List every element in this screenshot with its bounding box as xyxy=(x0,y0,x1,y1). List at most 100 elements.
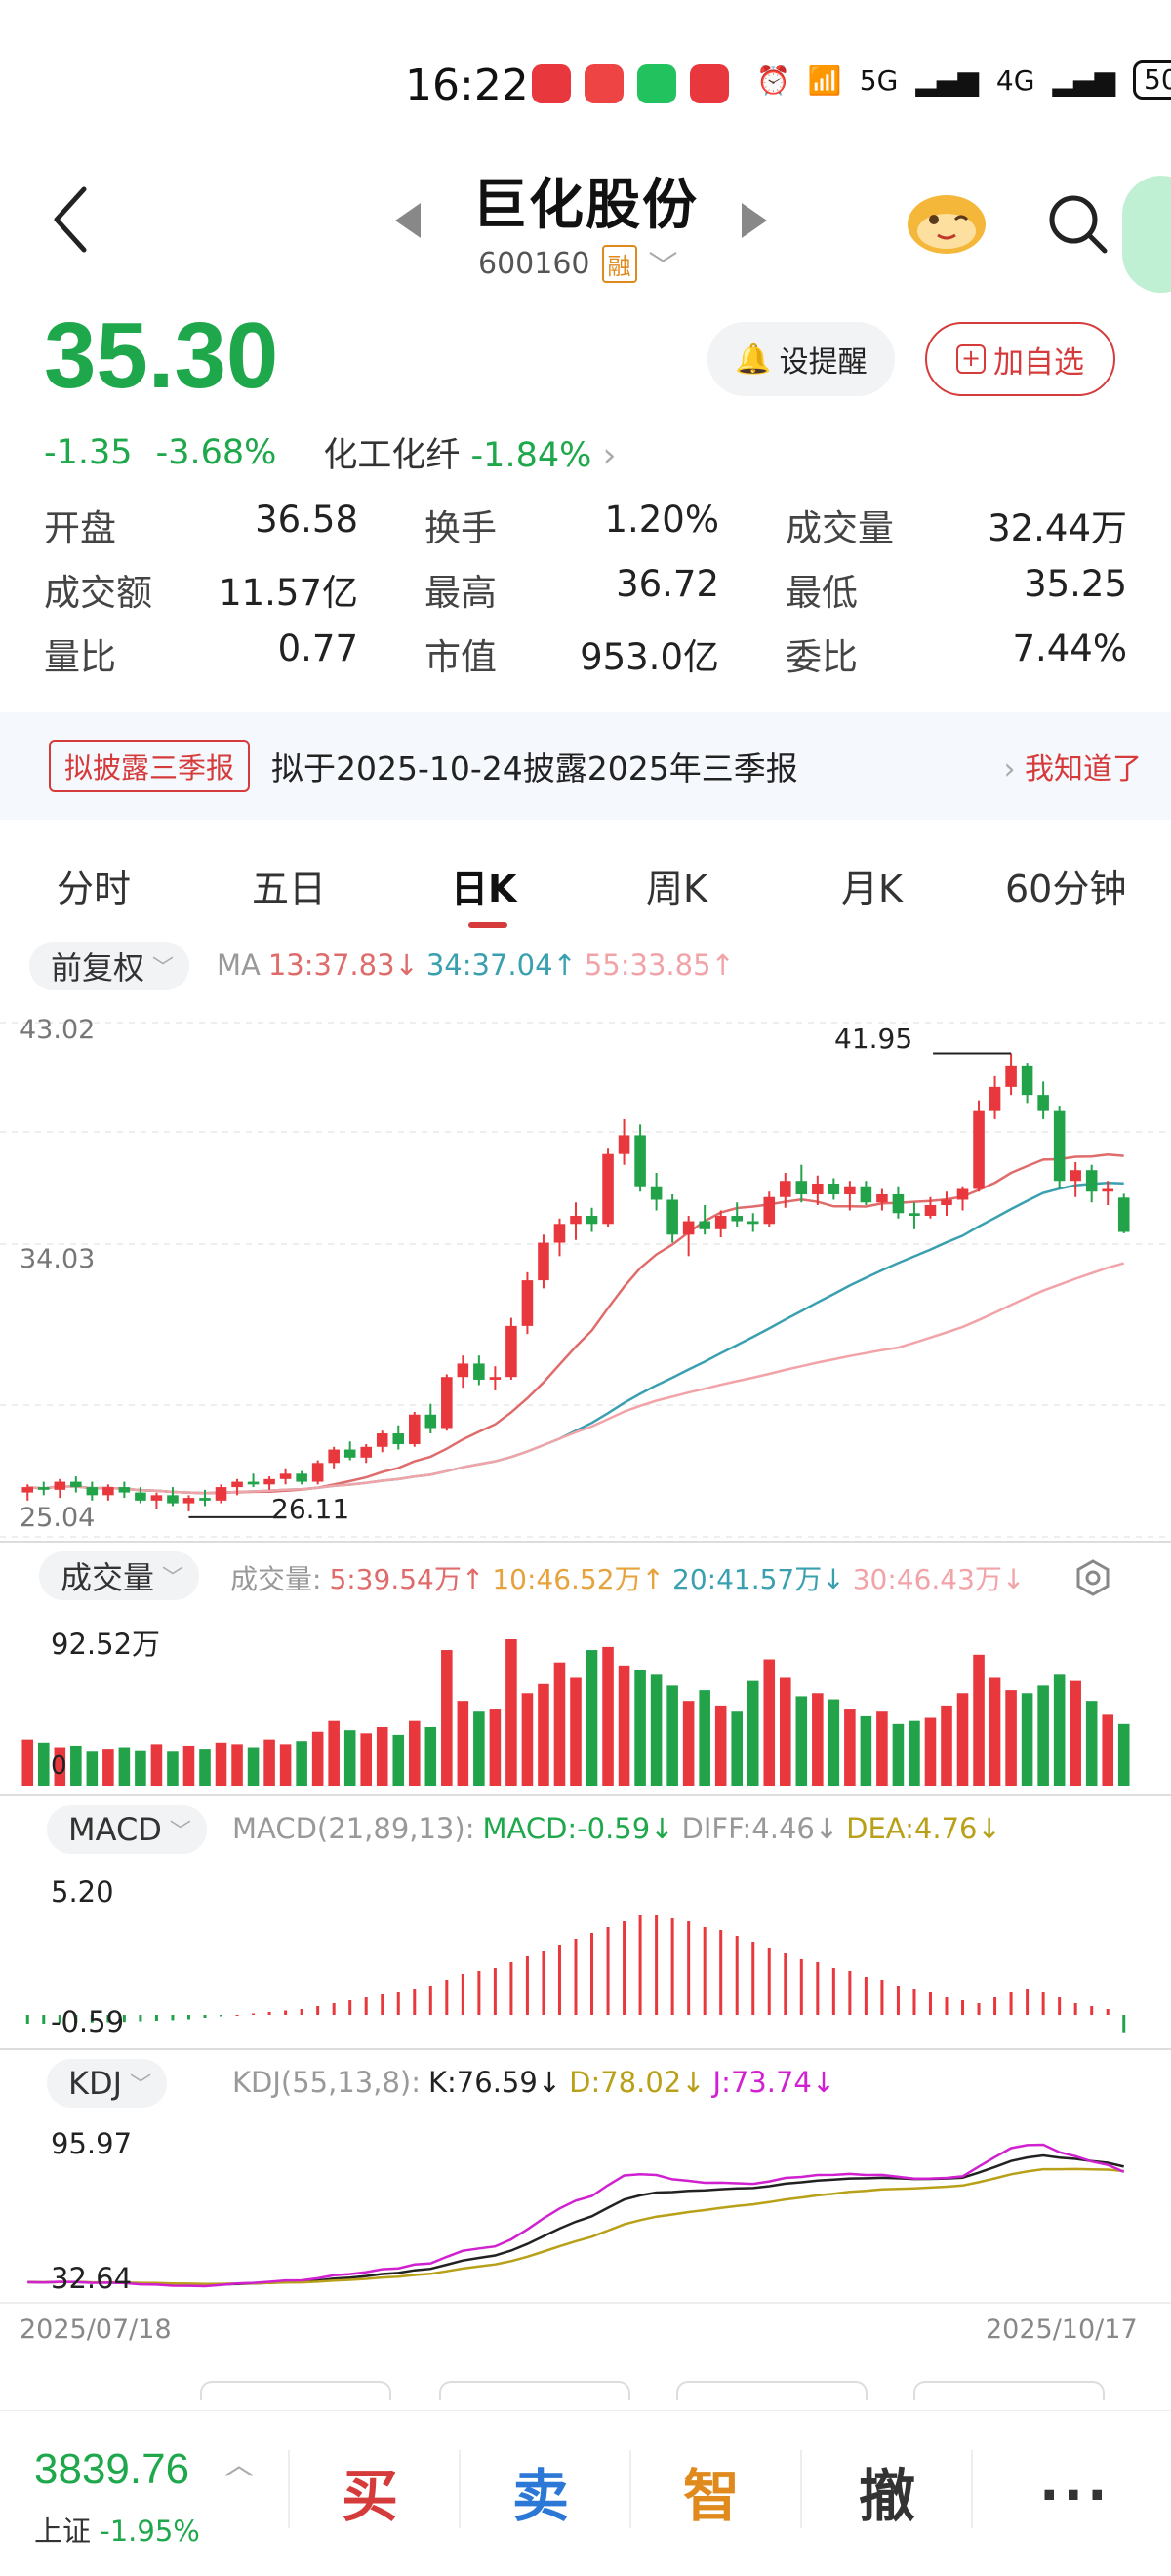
candle xyxy=(521,1280,534,1326)
volume-bar xyxy=(392,1734,405,1786)
chevron-right-icon: › xyxy=(1003,752,1016,786)
smart-button[interactable]: 智 xyxy=(683,2450,740,2532)
stat-label: 成交量 xyxy=(786,507,894,549)
candle xyxy=(279,1473,292,1479)
dismiss-notice-link[interactable]: › 我知道了 xyxy=(1003,745,1142,787)
volume-bar xyxy=(1102,1714,1113,1786)
candle xyxy=(489,1377,502,1380)
candle xyxy=(1117,1197,1130,1232)
order-tab[interactable] xyxy=(676,2381,868,2400)
macd-bar xyxy=(735,1936,739,2015)
volume-bar xyxy=(634,1670,646,1786)
candle xyxy=(844,1186,856,1194)
next-stock-arrow-icon[interactable] xyxy=(742,203,767,238)
candle xyxy=(247,1481,260,1485)
stat-high: 最高 36.72 xyxy=(405,563,766,616)
stat-value: 36.72 xyxy=(616,563,719,605)
stock-chart[interactable] xyxy=(0,932,1171,2356)
candle xyxy=(618,1135,630,1154)
candle xyxy=(876,1193,888,1203)
macd-bar xyxy=(831,1968,835,2015)
set-alert-button[interactable]: 🔔 设提醒 xyxy=(707,322,895,396)
tab-weekly-k[interactable]: 周K xyxy=(646,859,707,912)
stat-value: 32.44万 xyxy=(988,507,1127,549)
search-icon[interactable] xyxy=(1044,190,1112,259)
kline-y-top: 43.02 xyxy=(20,1015,96,1045)
macd-bar xyxy=(25,2015,29,2024)
stat-value: 953.0亿 xyxy=(580,636,719,678)
macd-bar xyxy=(1073,2003,1077,2015)
macd-bar xyxy=(203,2015,207,2018)
candle xyxy=(328,1449,340,1464)
order-tab[interactable] xyxy=(200,2381,391,2400)
macd-bar xyxy=(267,2012,271,2015)
macd-bar xyxy=(1009,1992,1013,2015)
margin-badge: 融 xyxy=(601,244,637,283)
stat-label: 成交额 xyxy=(44,572,152,614)
candle xyxy=(1037,1095,1049,1111)
candle xyxy=(54,1481,66,1490)
kline-y-bot: 25.04 xyxy=(20,1503,96,1533)
cancel-order-button[interactable]: 撤 xyxy=(859,2450,915,2532)
sector-link[interactable]: 化工化纤 -1.84% › xyxy=(323,427,616,477)
volume-bar xyxy=(1005,1690,1017,1786)
more-button[interactable]: ··· xyxy=(1039,2465,1111,2526)
index-name-line: 上证 -1.95% xyxy=(34,2509,200,2550)
macd-bar xyxy=(396,1992,400,2015)
volume-bar xyxy=(199,1749,211,1786)
tab-daily-k[interactable]: 日K xyxy=(451,859,516,912)
stat-label: 开盘 xyxy=(44,507,116,549)
stat-label: 市值 xyxy=(424,636,497,678)
tab-60min[interactable]: 60分钟 xyxy=(1005,859,1126,912)
stat-label: 量比 xyxy=(44,636,116,678)
chat-icon[interactable] xyxy=(1122,176,1171,293)
add-watchlist-button[interactable]: + 加自选 xyxy=(925,322,1115,396)
macd-bar xyxy=(993,1997,997,2015)
volume-bar xyxy=(780,1677,791,1786)
date-end: 2025/10/17 xyxy=(986,2314,1138,2345)
tab-intraday[interactable]: 分时 xyxy=(57,859,131,912)
macd-bar xyxy=(623,1921,626,2015)
candle xyxy=(1005,1065,1017,1087)
stats-row: 成交额 11.57亿 最高 36.72 最低 35.25 xyxy=(44,557,1127,622)
stat-label: 委比 xyxy=(786,636,858,678)
macd-bar xyxy=(961,2000,965,2015)
k-line xyxy=(27,2153,1124,2287)
index-value[interactable]: 3839.76 xyxy=(34,2445,189,2494)
macd-bar xyxy=(912,1989,916,2015)
stat-volume-ratio: 量比 0.77 xyxy=(44,627,405,680)
candle xyxy=(441,1377,453,1429)
candle xyxy=(215,1487,227,1501)
stat-bid-ratio: 委比 7.44% xyxy=(766,627,1127,680)
stat-turnover-rate: 换手 1.20% xyxy=(405,499,766,551)
stat-label: 换手 xyxy=(424,507,497,549)
active-tab-indicator xyxy=(468,922,507,928)
macd-y-bot: -0.59 xyxy=(51,2005,125,2038)
bell-icon: 🔔 xyxy=(735,342,772,377)
stock-code-line[interactable]: 600160 融 ﹀ xyxy=(478,242,678,285)
tab-monthly-k[interactable]: 月K xyxy=(841,859,903,912)
volume-bar xyxy=(844,1709,856,1786)
candle xyxy=(714,1216,727,1229)
volume-bar xyxy=(150,1744,163,1786)
tab-five-day[interactable]: 五日 xyxy=(252,859,326,912)
wifi-icon: 📶 xyxy=(807,63,842,97)
buy-button[interactable]: 买 xyxy=(342,2450,398,2532)
order-tab[interactable] xyxy=(439,2381,630,2400)
mascot-icon[interactable] xyxy=(903,181,990,259)
candle xyxy=(650,1186,663,1200)
app-icon xyxy=(585,64,624,103)
chevron-up-icon[interactable]: ︿ xyxy=(224,2440,254,2483)
candle xyxy=(763,1196,776,1225)
order-tab[interactable] xyxy=(913,2381,1105,2400)
candle xyxy=(538,1242,549,1281)
sector-name: 化工化纤 xyxy=(323,436,461,475)
candle xyxy=(21,1487,34,1493)
change-line: -1.35 -3.68% 化工化纤 -1.84% › xyxy=(44,427,617,477)
volume-bar xyxy=(1021,1693,1033,1786)
volume-bar xyxy=(21,1739,34,1786)
volume-bar xyxy=(828,1699,840,1786)
macd-bar xyxy=(413,1989,417,2015)
macd-bar xyxy=(687,1921,691,2015)
sell-button[interactable]: 卖 xyxy=(512,2450,569,2532)
